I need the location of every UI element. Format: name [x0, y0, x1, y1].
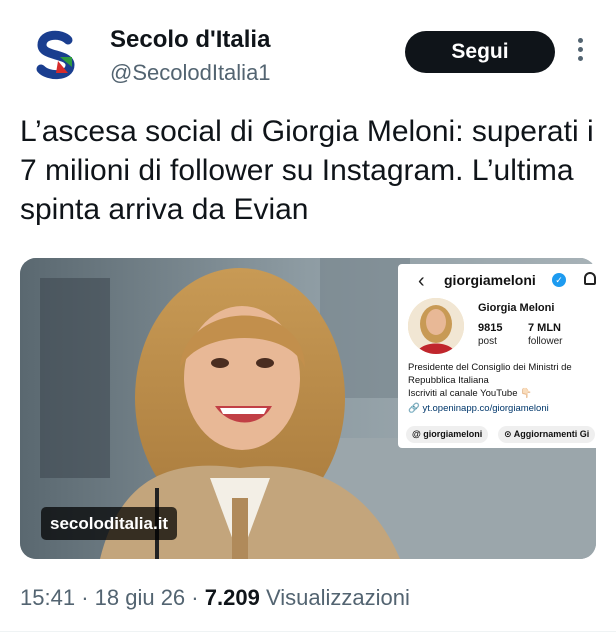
ig-chip-channel: ⊙ Aggiornamenti Gi — [498, 426, 596, 443]
channel-icon: ⊙ — [504, 429, 512, 439]
meta-separator: · — [191, 585, 205, 610]
tweet-time[interactable]: 15:41 — [20, 585, 75, 610]
views-label: Visualizzazioni — [265, 585, 410, 610]
ig-followers-count: 7 MLN — [528, 322, 561, 334]
ig-posts-label: post — [478, 336, 497, 347]
link-icon: 🔗 — [408, 403, 420, 414]
account-name[interactable]: Secolo d'Italia — [110, 26, 270, 54]
ig-full-name: Giorgia Meloni — [478, 302, 555, 314]
tweet-meta: 15:41 · 18 giu 26 · 7.209 Visualizzazion… — [20, 585, 410, 611]
ig-link: 🔗 yt.openinapp.co/giorgiameloni — [408, 403, 549, 414]
ig-posts-count: 9815 — [478, 322, 503, 334]
ig-bio-line-2: Repubblica Italiana — [408, 375, 489, 386]
ig-chip-threads: @ giorgiameloni — [406, 426, 489, 443]
threads-icon: @ — [412, 429, 421, 439]
ig-username: giorgiameloni — [444, 272, 536, 288]
ig-profile-picture — [408, 298, 464, 354]
views-count: 7.209 — [204, 585, 260, 610]
follow-button[interactable]: Segui — [405, 31, 555, 73]
divider — [0, 631, 616, 632]
account-handle[interactable]: @SecolodItalia1 — [110, 60, 271, 86]
meta-separator: · — [81, 585, 95, 610]
ig-bio-line-1: Presidente del Consiglio dei Ministri de — [408, 362, 572, 373]
secolo-logo-icon — [28, 27, 84, 83]
site-badge: secoloditalia.it — [41, 507, 178, 540]
account-avatar[interactable] — [28, 27, 84, 83]
ig-link-text: yt.openinapp.co/giorgiameloni — [422, 403, 549, 414]
ig-chip-1-label: giorgiameloni — [423, 429, 483, 439]
ig-bio-line-3: Iscriviti al canale YouTube 👇🏻 — [408, 388, 532, 399]
tweet-text: L’ascesa social di Giorgia Meloni: super… — [20, 115, 594, 226]
tweet-header: Secolo d'Italia @SecolodItalia1 Segui — [0, 0, 616, 100]
tweet-date[interactable]: 18 giu 26 — [95, 585, 186, 610]
ig-followers-label: follower — [528, 336, 563, 347]
instagram-profile-card: ‹ giorgiameloni ✓ Giorgia Meloni 9815 po… — [398, 264, 596, 448]
bell-icon — [584, 272, 596, 285]
back-chevron-icon: ‹ — [418, 270, 425, 292]
more-vertical-icon[interactable] — [572, 38, 588, 66]
ig-chip-2-label: Aggiornamenti Gi — [513, 429, 590, 439]
verified-badge-icon: ✓ — [552, 273, 566, 287]
